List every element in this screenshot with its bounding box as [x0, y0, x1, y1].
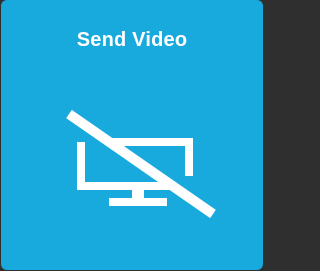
send-video-button[interactable]: Send Video — [1, 0, 263, 270]
send-video-label: Send Video — [76, 29, 188, 51]
video-off-monitor-icon — [63, 109, 223, 220]
